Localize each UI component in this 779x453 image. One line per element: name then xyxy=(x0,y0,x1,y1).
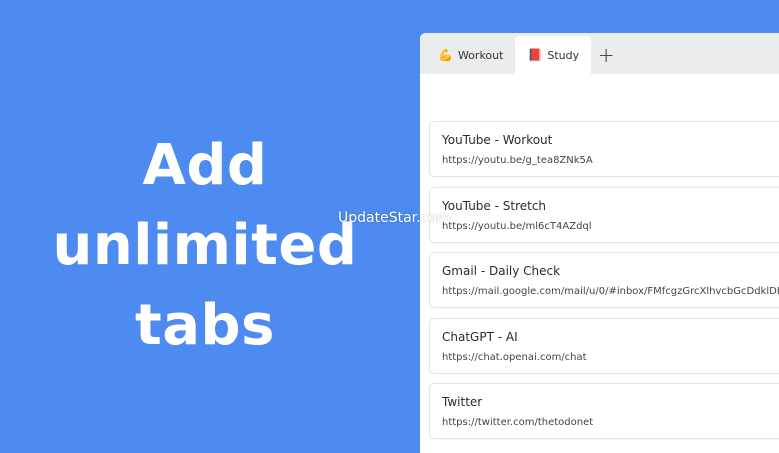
link-url: https://twitter.com/thetodonet xyxy=(442,417,594,428)
link-card[interactable]: ChatGPT - AI https://chat.openai.com/cha… xyxy=(429,317,779,374)
link-title: Twitter xyxy=(442,395,483,409)
headline-line-1: Add unlimited xyxy=(52,133,358,278)
watermark: UpdateStar.com xyxy=(338,210,451,226)
tab-label: Workout xyxy=(457,48,504,62)
link-url: https://youtu.be/ml6cT4AZdql xyxy=(442,220,592,232)
add-tab-button[interactable]: + xyxy=(591,36,621,74)
tab-study[interactable]: 📕 Study xyxy=(515,36,592,74)
link-url: https://youtu.be/g_tea8ZNk5A xyxy=(442,155,593,166)
tab-workout[interactable]: 💪 Workout xyxy=(426,36,515,74)
link-title: ChatGPT - AI xyxy=(442,329,518,344)
link-title: Gmail - Daily Check xyxy=(442,264,561,278)
headline: Add unlimited tabs xyxy=(0,126,410,366)
tab-label: Study xyxy=(547,48,580,62)
link-url: https://mail.google.com/mail/u/0/#inbox/… xyxy=(442,286,779,297)
link-card[interactable]: Gmail - Daily Check https://mail.google.… xyxy=(429,252,779,308)
link-title: YouTube - Workout xyxy=(442,133,553,147)
flexed-biceps-icon: 💪 xyxy=(438,48,453,62)
extension-panel: 💪 Workout 📕 Study + YouTube - Workout ht… xyxy=(420,33,779,453)
link-list: YouTube - Workout https://youtu.be/g_tea… xyxy=(429,121,779,449)
link-title: YouTube - Stretch xyxy=(442,198,547,213)
link-card[interactable]: YouTube - Workout https://youtu.be/g_tea… xyxy=(429,121,779,177)
tab-bar: 💪 Workout 📕 Study + xyxy=(420,33,779,74)
link-url: https://chat.openai.com/chat xyxy=(442,351,587,363)
link-card[interactable]: Twitter https://twitter.com/thetodonet xyxy=(429,383,779,439)
link-card[interactable]: YouTube - Stretch https://youtu.be/ml6cT… xyxy=(429,186,779,243)
headline-line-2: tabs xyxy=(135,293,275,358)
red-book-icon: 📕 xyxy=(527,48,543,62)
